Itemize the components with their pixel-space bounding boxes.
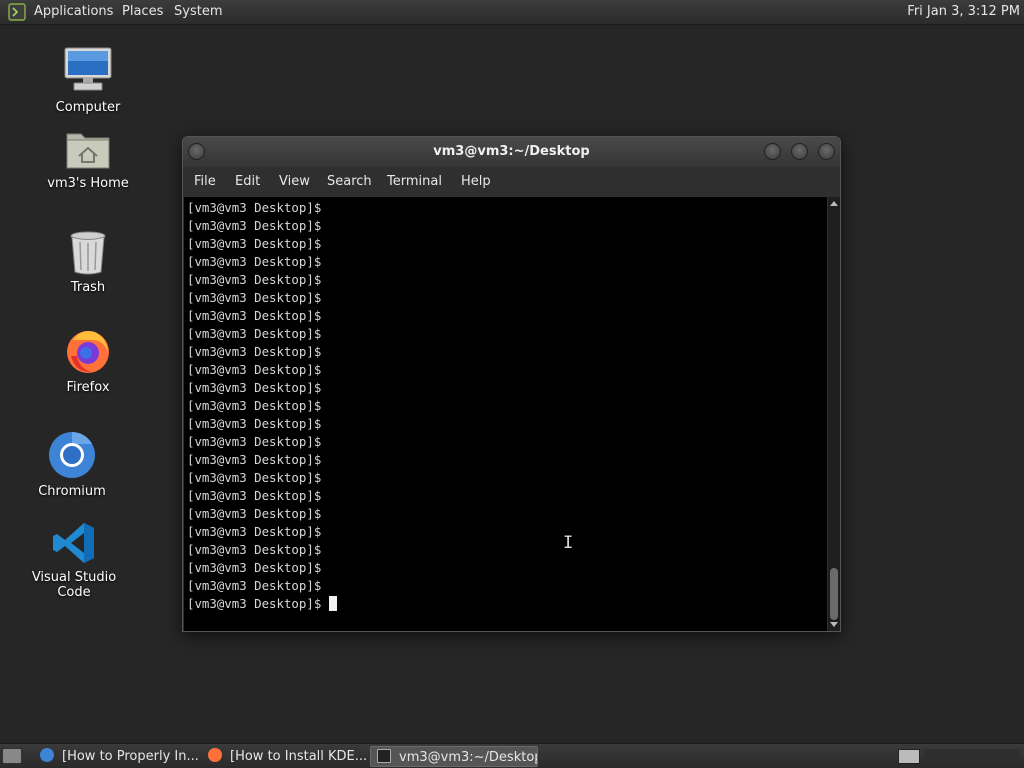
- terminal-line: [vm3@vm3 Desktop]$: [187, 542, 322, 557]
- terminal-line: [vm3@vm3 Desktop]$: [187, 578, 322, 593]
- vertical-scrollbar[interactable]: [828, 197, 840, 631]
- terminal-line: [vm3@vm3 Desktop]$: [187, 236, 322, 251]
- minimize-button[interactable]: [764, 143, 781, 160]
- system-menu[interactable]: System: [174, 4, 222, 19]
- desktop-icon-firefox[interactable]: Firefox: [28, 326, 148, 395]
- terminal-line: [vm3@vm3 Desktop]$: [187, 560, 322, 575]
- terminal-line: [vm3@vm3 Desktop]$: [187, 308, 322, 323]
- firefox-icon: [67, 331, 109, 373]
- terminal-output[interactable]: [vm3@vm3 Desktop]$ [vm3@vm3 Desktop]$ [vm3…: [184, 197, 827, 631]
- desktop-icon-label: vm3's Home: [47, 176, 129, 191]
- taskbar-item-terminal[interactable]: vm3@vm3:~/Desktop: [370, 746, 538, 767]
- chromium-icon: [40, 748, 54, 762]
- terminal-line: [vm3@vm3 Desktop]$: [187, 200, 322, 215]
- maximize-button[interactable]: [791, 143, 808, 160]
- scroll-down-arrow-icon[interactable]: [830, 622, 838, 627]
- terminal-line: [vm3@vm3 Desktop]$: [187, 434, 322, 449]
- chromium-icon: [49, 432, 95, 478]
- window-titlebar[interactable]: vm3@vm3:~/Desktop: [183, 137, 840, 167]
- taskbar-item-label: [How to Install KDE...: [230, 749, 368, 764]
- desktop-icon-chromium[interactable]: Chromium: [12, 430, 132, 499]
- desktop-icon-label: Trash: [70, 280, 106, 295]
- home-folder-icon: [66, 133, 110, 169]
- clock[interactable]: Fri Jan 3, 3:12 PM: [907, 4, 1020, 19]
- desktop-icon-label: Visual Studio Code: [31, 570, 117, 600]
- menu-view[interactable]: View: [279, 174, 310, 189]
- taskbar-item-label: vm3@vm3:~/Desktop: [399, 750, 538, 765]
- terminal-line: [vm3@vm3 Desktop]$: [187, 524, 322, 539]
- show-desktop-icon[interactable]: [2, 748, 22, 764]
- computer-icon: [64, 47, 112, 91]
- menu-file[interactable]: File: [194, 174, 216, 189]
- desktop-icon-computer[interactable]: Computer: [28, 44, 148, 115]
- desktop-icon-home[interactable]: vm3's Home: [28, 126, 148, 191]
- trash-icon: [70, 231, 106, 275]
- places-menu[interactable]: Places: [122, 4, 163, 19]
- terminal-line: [vm3@vm3 Desktop]$: [187, 344, 322, 359]
- terminal-cursor: [328, 596, 337, 611]
- taskbar-item-firefox[interactable]: [How to Install KDE...: [202, 746, 370, 767]
- menu-edit[interactable]: Edit: [235, 174, 260, 189]
- terminal-line: [vm3@vm3 Desktop]$: [187, 254, 322, 269]
- text-cursor-ibeam-icon: I: [563, 533, 574, 553]
- terminal-line: [vm3@vm3 Desktop]$: [187, 506, 322, 521]
- terminal-line: [vm3@vm3 Desktop]$: [187, 218, 322, 233]
- terminal-line: [vm3@vm3 Desktop]$: [187, 272, 322, 287]
- applications-menu-icon[interactable]: [8, 3, 26, 21]
- terminal-line: [vm3@vm3 Desktop]$: [187, 470, 322, 485]
- desktop-icon-label: Computer: [55, 100, 121, 115]
- window-title: vm3@vm3:~/Desktop: [433, 144, 590, 159]
- scrollbar-thumb[interactable]: [830, 568, 838, 620]
- menu-search[interactable]: Search: [327, 174, 372, 189]
- desktop-icon-vscode[interactable]: Visual Studio Code: [14, 520, 134, 600]
- firefox-icon: [208, 748, 222, 762]
- terminal-line: [vm3@vm3 Desktop]$: [187, 380, 322, 395]
- applications-menu[interactable]: Applications: [34, 4, 113, 19]
- terminal-icon: [377, 749, 391, 763]
- scroll-up-arrow-icon[interactable]: [830, 201, 838, 206]
- terminal-line: [vm3@vm3 Desktop]$: [187, 488, 322, 503]
- taskbar-item-label: [How to Properly In...: [62, 749, 199, 764]
- terminal-window[interactable]: vm3@vm3:~/Desktop File Edit View Search …: [182, 136, 841, 632]
- terminal-line: [vm3@vm3 Desktop]$: [187, 290, 322, 305]
- vscode-icon: [53, 523, 94, 563]
- desktop-icon-label: Chromium: [38, 484, 106, 499]
- menu-terminal[interactable]: Terminal: [387, 174, 442, 189]
- close-button[interactable]: [818, 143, 835, 160]
- taskbar-item-chromium[interactable]: [How to Properly In...: [34, 746, 200, 767]
- terminal-line: [vm3@vm3 Desktop]$: [187, 362, 322, 377]
- desktop-icon-label: Firefox: [66, 380, 110, 395]
- terminal-line-text: [vm3@vm3 Desktop]$: [187, 596, 322, 611]
- workspace-switcher[interactable]: [898, 749, 920, 764]
- terminal-line: [vm3@vm3 Desktop]$: [187, 416, 322, 431]
- workspace-switcher-empty[interactable]: [924, 749, 1020, 764]
- terminal-line: [vm3@vm3 Desktop]$: [187, 398, 322, 413]
- terminal-line: [vm3@vm3 Desktop]$: [187, 452, 322, 467]
- terminal-line: [vm3@vm3 Desktop]$: [187, 326, 322, 341]
- bottom-panel: [How to Properly In... [How to Install K…: [0, 743, 1024, 768]
- top-panel: Applications Places System Fri Jan 3, 3:…: [0, 0, 1024, 25]
- terminal-menubar: File Edit View Search Terminal Help: [183, 167, 840, 197]
- terminal-line: [vm3@vm3 Desktop]$: [187, 595, 827, 613]
- desktop-icon-trash[interactable]: Trash: [28, 228, 148, 295]
- menu-help[interactable]: Help: [461, 174, 491, 189]
